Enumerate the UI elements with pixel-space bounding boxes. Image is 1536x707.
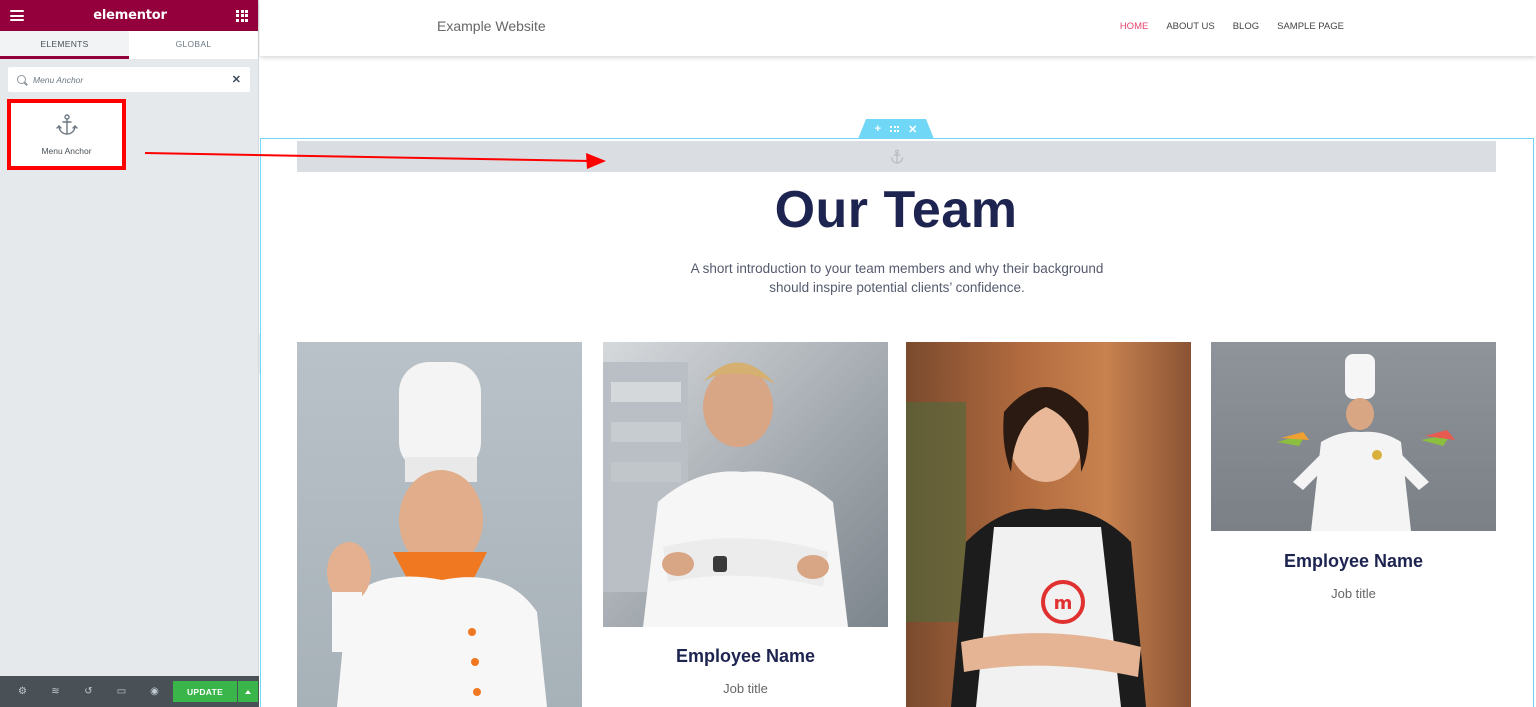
team-photo-3: m xyxy=(906,342,1191,707)
svg-text:m: m xyxy=(1054,593,1073,614)
update-button[interactable]: UPDATE xyxy=(173,681,237,702)
preview-eye-icon[interactable]: ◉ xyxy=(138,686,171,697)
tab-global[interactable]: GLOBAL xyxy=(129,31,258,59)
nav-home[interactable]: HOME xyxy=(1120,21,1149,32)
panel-footer: ⚙ ≋ ↺ ▭ ◉ UPDATE xyxy=(0,676,259,707)
panel-tabs: ELEMENTS GLOBAL xyxy=(0,31,258,59)
editor-window: elementor ELEMENTS GLOBAL ✕ Menu Ancho xyxy=(0,0,1536,707)
responsive-mode-icon[interactable]: ▭ xyxy=(105,686,138,697)
site-title[interactable]: Example Website xyxy=(437,18,546,34)
anchor-icon xyxy=(890,149,903,164)
employee-job-2: Job title xyxy=(723,681,768,696)
subtitle-line-1: A short introduction to your team member… xyxy=(690,261,1104,276)
menu-anchor-widget[interactable]: Menu Anchor xyxy=(7,99,126,170)
panel-header: elementor xyxy=(0,0,258,31)
employee-name-4: Employee Name xyxy=(1283,551,1424,571)
employee-name-2: Employee Name xyxy=(675,646,816,666)
site-header: Example Website HOME ABOUT US BLOG SAMPL… xyxy=(260,0,1536,56)
widget-search: ✕ xyxy=(8,67,250,92)
anchor-icon xyxy=(55,114,78,135)
nav-sample-page[interactable]: SAMPLE PAGE xyxy=(1277,21,1344,32)
save-options-caret-icon[interactable] xyxy=(238,681,258,702)
clear-search-icon[interactable]: ✕ xyxy=(232,73,241,86)
add-section-icon[interactable]: + xyxy=(875,123,881,135)
search-icon xyxy=(17,75,26,84)
employee-job-4: Job title xyxy=(1331,586,1376,601)
section-title: Our Team xyxy=(774,181,1018,239)
elementor-panel: elementor ELEMENTS GLOBAL ✕ Menu Ancho xyxy=(0,0,259,707)
section-handle: + ✕ xyxy=(858,119,934,139)
section-subtitle: A short introduction to your team member… xyxy=(660,259,1134,297)
team-photo-1 xyxy=(297,342,582,707)
nav-about-us[interactable]: ABOUT US xyxy=(1166,21,1214,32)
site-preview: Example Website HOME ABOUT US BLOG SAMPL… xyxy=(260,0,1536,707)
team-photo-2 xyxy=(603,342,888,627)
drag-section-icon[interactable] xyxy=(890,126,900,132)
navigator-layers-icon[interactable]: ≋ xyxy=(39,686,72,697)
widget-label: Menu Anchor xyxy=(41,146,92,156)
team-photo-4 xyxy=(1211,342,1496,531)
widgets-grid-icon[interactable] xyxy=(236,9,248,22)
menu-anchor-placeholder[interactable] xyxy=(297,141,1496,172)
main-nav: HOME ABOUT US BLOG SAMPLE PAGE xyxy=(1120,21,1344,32)
delete-section-icon[interactable]: ✕ xyxy=(908,123,917,136)
settings-icon[interactable]: ⚙ xyxy=(6,686,39,697)
tab-elements[interactable]: ELEMENTS xyxy=(0,31,129,59)
history-icon[interactable]: ↺ xyxy=(72,686,105,697)
menu-icon[interactable] xyxy=(10,10,24,21)
search-input[interactable] xyxy=(33,74,232,85)
subtitle-line-2: should inspire potential clients’ confid… xyxy=(769,280,1025,295)
nav-blog[interactable]: BLOG xyxy=(1233,21,1259,32)
elementor-logo: elementor xyxy=(93,8,167,23)
